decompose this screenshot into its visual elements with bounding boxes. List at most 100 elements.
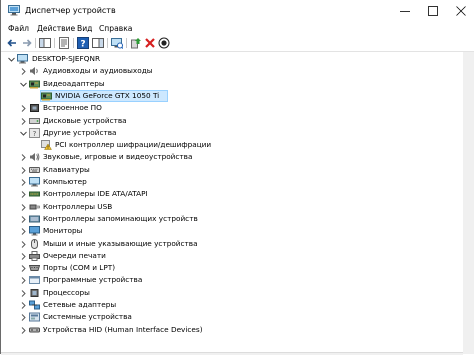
vertical-scrollbar[interactable] xyxy=(463,52,474,354)
expand-arrow-icon[interactable] xyxy=(20,117,27,125)
expand-arrow-icon[interactable] xyxy=(20,179,27,186)
device-category[interactable]: Программные устройства xyxy=(1,274,463,286)
toolbar: ? xyxy=(1,35,474,52)
device-category[interactable]: ? Другие устройства xyxy=(1,127,463,139)
window-title: Диспетчер устройств xyxy=(25,6,116,15)
collapse-arrow-icon[interactable] xyxy=(20,130,27,137)
action-pane-button[interactable] xyxy=(92,37,104,49)
svg-text:?: ? xyxy=(33,130,37,138)
scan-hardware-button[interactable] xyxy=(111,37,124,49)
device-category[interactable]: Сетевые адаптеры xyxy=(1,299,463,311)
minimize-button[interactable] xyxy=(391,0,419,22)
device-category[interactable]: Аудиовходы и аудиовыходы xyxy=(1,65,463,77)
tree-root-label: DESKTOP-SJEFQNR xyxy=(32,54,101,63)
back-button[interactable] xyxy=(6,37,18,49)
expand-arrow-icon[interactable] xyxy=(20,105,27,113)
update-driver-button[interactable] xyxy=(130,37,142,49)
display-adapter-icon xyxy=(41,91,52,101)
expand-arrow-icon[interactable] xyxy=(20,326,27,334)
device-category[interactable]: Контроллеры IDE ATA/ATAPI xyxy=(1,188,463,200)
properties-button[interactable] xyxy=(58,37,70,49)
device-category[interactable]: Очереди печати xyxy=(1,250,463,262)
mouse-icon xyxy=(29,238,40,249)
svg-text:?: ? xyxy=(80,40,85,50)
menu-file[interactable]: Файл xyxy=(8,23,29,34)
system-device-icon xyxy=(29,312,40,322)
device-category[interactable]: Звуковые, игровые и видеоустройства xyxy=(1,151,463,163)
device-category[interactable]: Видеоадаптеры xyxy=(1,78,463,90)
menu-action[interactable]: Действие xyxy=(37,23,75,34)
device-category[interactable]: Контроллеры запоминающих устройств xyxy=(1,213,463,225)
expand-arrow-icon[interactable] xyxy=(20,265,27,272)
firmware-icon xyxy=(29,103,40,113)
minimize-icon xyxy=(400,11,410,12)
maximize-button[interactable] xyxy=(419,0,447,22)
download-driver-icon xyxy=(158,37,170,49)
expand-arrow-icon[interactable] xyxy=(20,252,27,260)
monitor-icon xyxy=(29,226,40,236)
device-label: Контроллеры IDE ATA/ATAPI xyxy=(43,189,148,199)
device-label: Процессоры xyxy=(43,287,90,297)
device-label: Мыши и иные указывающие устройства xyxy=(43,238,198,248)
sound-icon xyxy=(29,152,40,162)
expand-arrow-icon[interactable] xyxy=(20,289,27,297)
menu-help[interactable]: Справка xyxy=(99,23,132,34)
device-label: PCI контроллер шифрации/дешифрации xyxy=(55,140,212,150)
device-category[interactable]: Порты (COM и LPT) xyxy=(1,262,463,274)
device-label: Звуковые, игровые и видеоустройства xyxy=(43,152,193,162)
network-adapter-icon xyxy=(29,300,40,310)
device-category[interactable]: Клавиатуры xyxy=(1,164,463,176)
expand-arrow-icon[interactable] xyxy=(20,203,27,211)
device-tree: DESKTOP-SJEFQNR Аудиовходы и аудиовыходы… xyxy=(1,52,463,352)
ide-controller-icon xyxy=(29,189,40,199)
expand-arrow-icon[interactable] xyxy=(20,216,27,223)
show-hide-tree-button[interactable] xyxy=(39,37,51,49)
device-category[interactable]: Процессоры xyxy=(1,287,463,299)
port-icon xyxy=(28,263,41,273)
forward-button[interactable] xyxy=(21,37,33,49)
expand-arrow-icon[interactable] xyxy=(20,166,27,174)
device-item[interactable]: NVIDIA GeForce GTX 1050 Ti xyxy=(1,89,463,102)
device-item[interactable]: PCI контроллер шифрации/дешифрации xyxy=(1,139,463,151)
toolbar-separator xyxy=(73,38,74,48)
update-driver-icon xyxy=(131,38,141,49)
download-driver-button[interactable] xyxy=(158,37,170,49)
expand-arrow-icon[interactable] xyxy=(20,228,27,236)
uninstall-device-button[interactable] xyxy=(144,37,156,49)
collapse-arrow-icon[interactable] xyxy=(8,56,15,63)
collapse-arrow-icon[interactable] xyxy=(20,81,27,88)
close-button[interactable] xyxy=(447,0,474,22)
action-pane-icon xyxy=(92,38,104,48)
menu-view[interactable]: Вид xyxy=(77,23,92,34)
device-category[interactable]: Устройства HID (Human Interface Devices) xyxy=(1,324,463,336)
usb-icon xyxy=(29,202,40,212)
expand-arrow-icon[interactable] xyxy=(20,68,27,76)
device-category[interactable]: Системные устройства xyxy=(1,311,463,323)
expand-arrow-icon[interactable] xyxy=(20,277,27,285)
toolbar-separator xyxy=(35,38,36,48)
device-label: Контроллеры запоминающих устройств xyxy=(43,213,198,223)
device-label: Сетевые адаптеры xyxy=(43,300,117,309)
device-category[interactable]: Мыши и иные указывающие устройства xyxy=(1,238,463,250)
help-button[interactable]: ? xyxy=(77,37,89,50)
tree-root[interactable]: DESKTOP-SJEFQNR xyxy=(1,53,463,65)
properties-icon xyxy=(59,37,69,49)
audio-icon xyxy=(29,66,40,76)
help-icon: ? xyxy=(77,37,89,50)
device-category[interactable]: Дисковые устройства xyxy=(1,115,463,127)
device-category[interactable]: Встроенное ПО xyxy=(1,102,463,114)
device-category[interactable]: Мониторы xyxy=(1,225,463,237)
device-label: Встроенное ПО xyxy=(43,103,102,113)
expand-arrow-icon[interactable] xyxy=(20,314,27,322)
expand-arrow-icon[interactable] xyxy=(20,302,27,309)
disk-icon xyxy=(29,116,40,126)
device-category[interactable]: Компьютер xyxy=(1,176,463,188)
title-bar[interactable]: Диспетчер устройств xyxy=(1,0,474,22)
menu-bar: Файл Действие Вид Справка xyxy=(1,22,474,35)
expand-arrow-icon[interactable] xyxy=(20,191,27,199)
expand-arrow-icon[interactable] xyxy=(20,240,27,248)
expand-arrow-icon[interactable] xyxy=(20,154,27,162)
forward-arrow-icon xyxy=(23,39,32,47)
device-category[interactable]: Контроллеры USB xyxy=(1,201,463,213)
device-label: Контроллеры USB xyxy=(43,201,113,211)
